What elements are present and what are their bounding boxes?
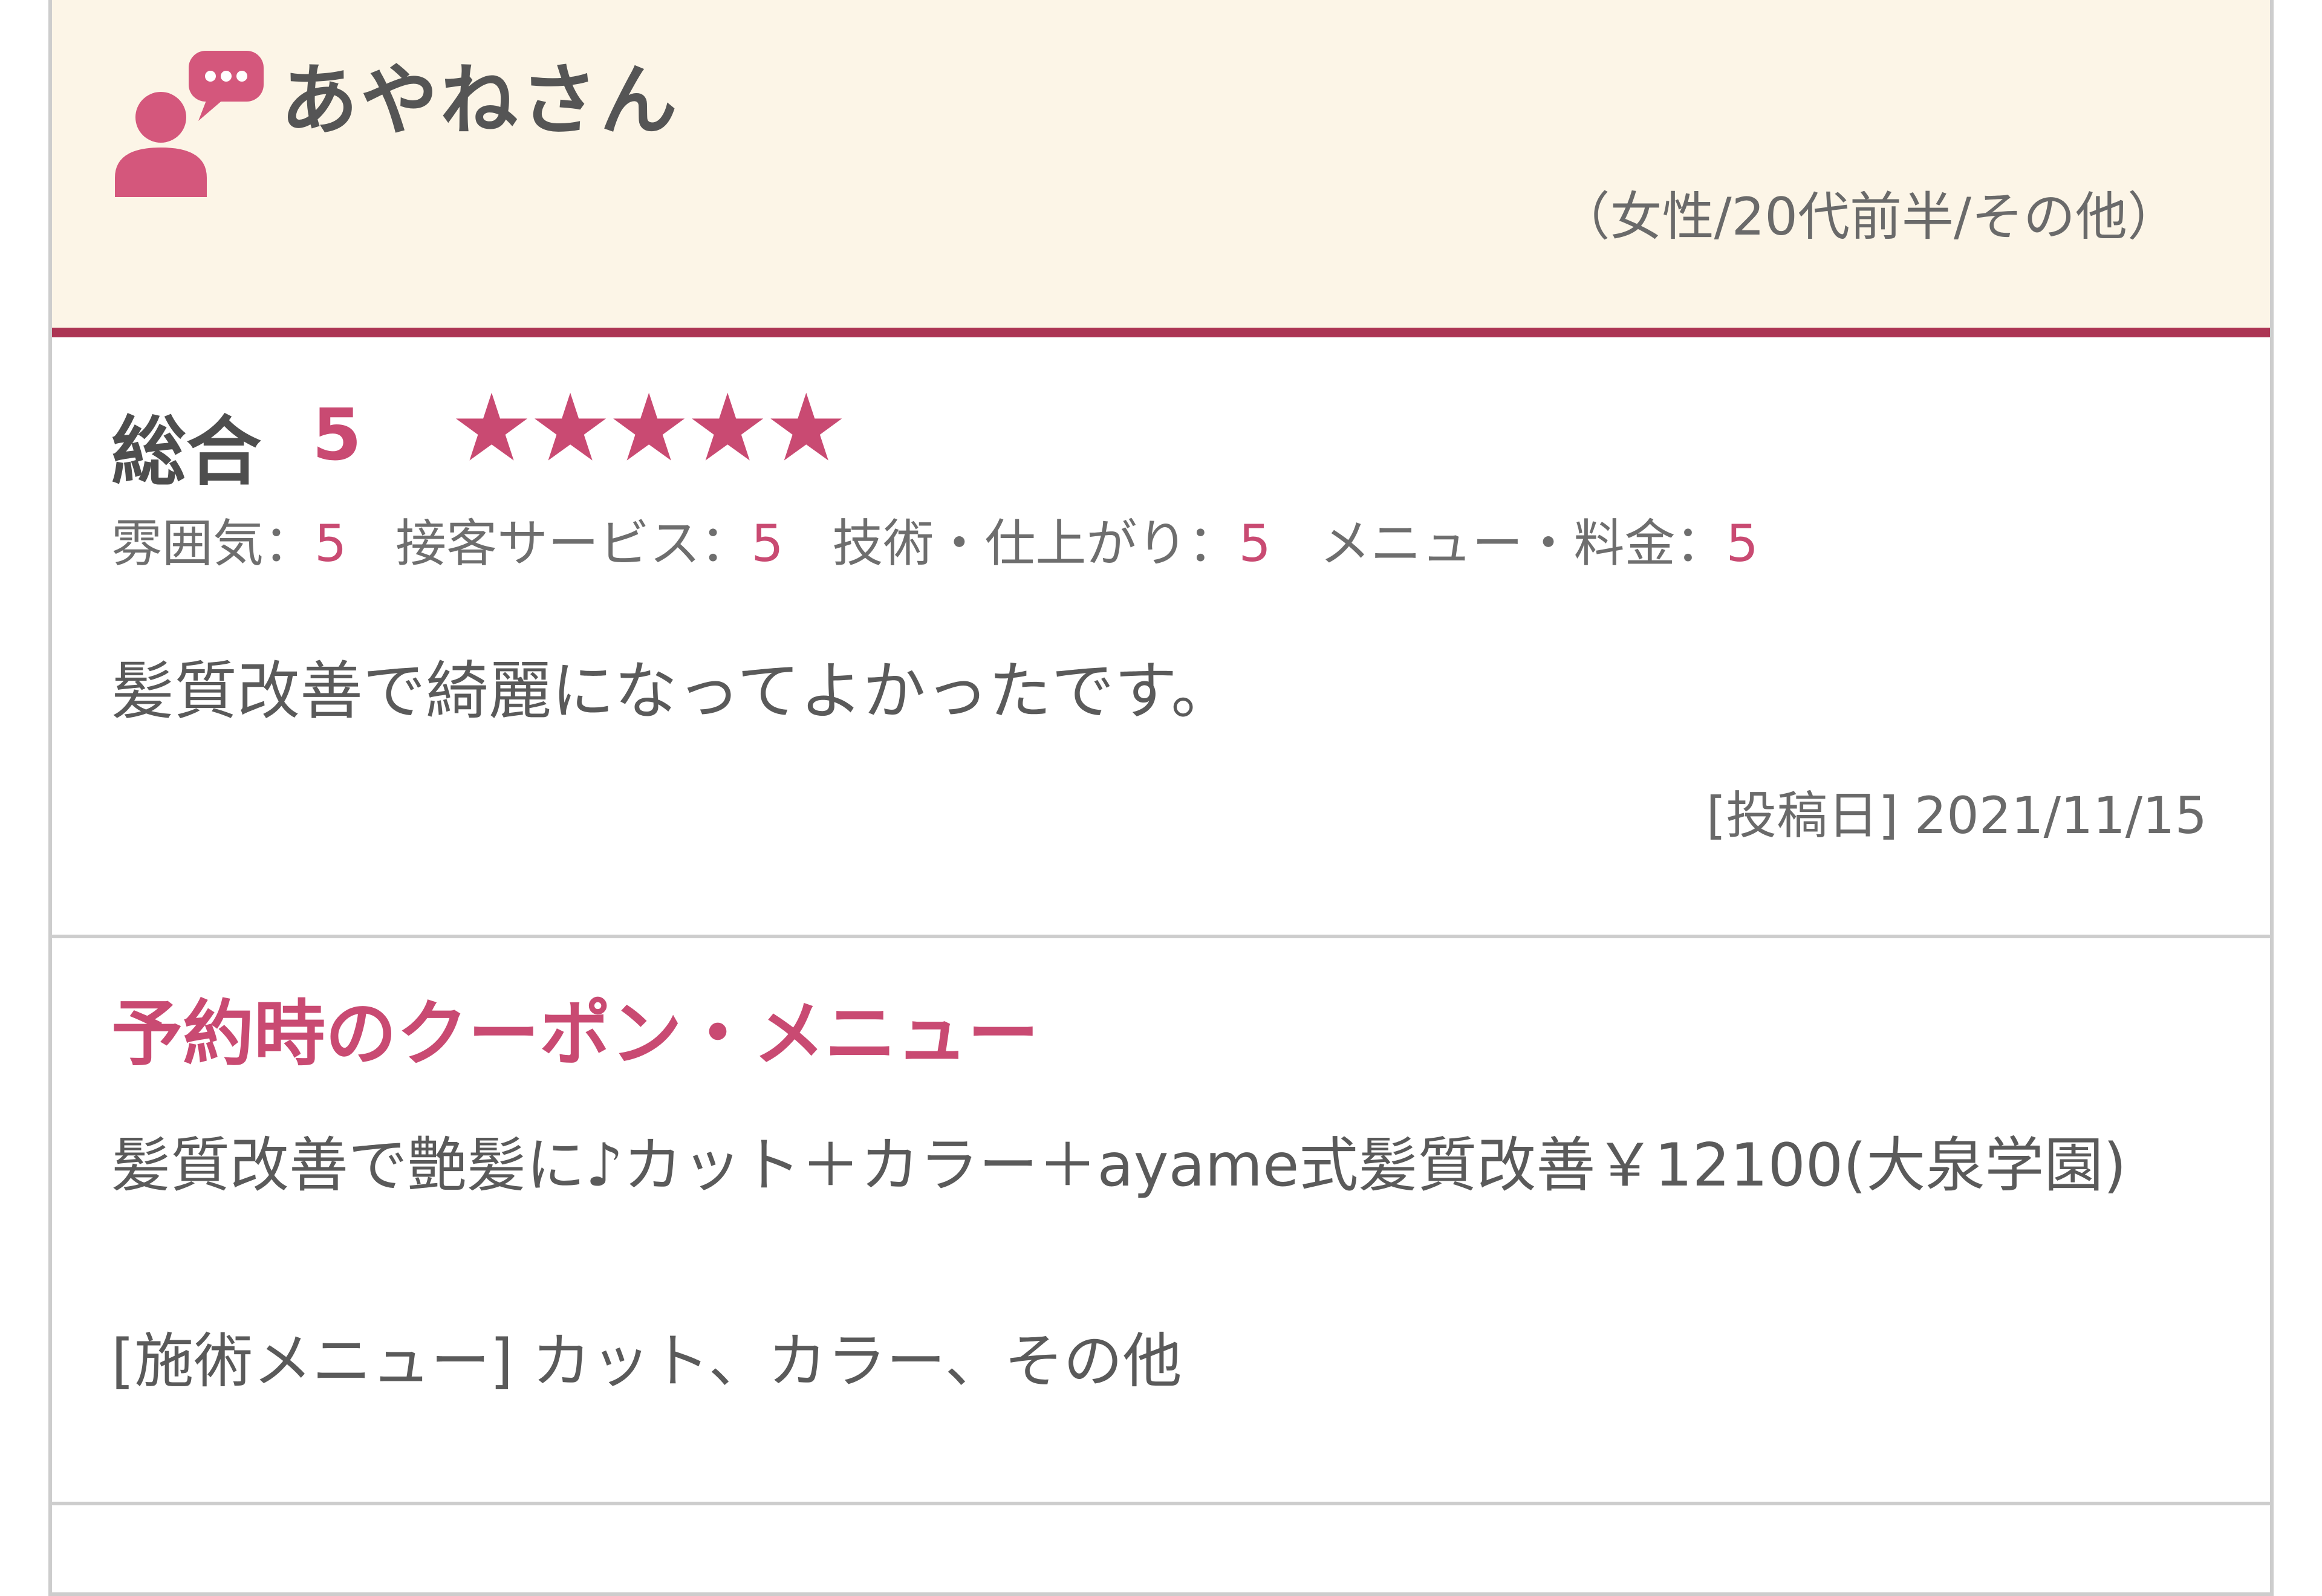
review-card: あやねさん （女性/20代前半/その他） 総合 5 ★★★★★ 雰囲気：5 接客… [48, 0, 2274, 1596]
sub-rating-value: 5 [1238, 514, 1271, 573]
review-comment: 髪質改善で綺麗になってよかったです。 [111, 654, 1234, 728]
reviewer-name: あやねさん [281, 56, 680, 146]
post-date: [投稿日] 2021/11/15 [1706, 786, 2207, 845]
sub-rating-label: 接客サービス： [395, 514, 752, 573]
rating-score: 5 [312, 393, 362, 476]
sub-rating-value: 5 [751, 514, 784, 573]
sub-rating-value: 5 [314, 514, 347, 573]
treatment-menu: [施術メニュー] カット、カラー、その他 [111, 1327, 1182, 1396]
rating-label: 総合 [111, 409, 262, 496]
sub-rating-label: 技術・仕上がり： [832, 514, 1239, 573]
sub-rating-service: 接客サービス：5 [395, 514, 783, 573]
sub-rating-technique: 技術・仕上がり：5 [832, 514, 1270, 573]
sub-rating-label: 雰囲気： [111, 514, 315, 573]
coupon-section-title: 予約時のクーポン・メニュー [111, 992, 1039, 1075]
section-divider [52, 935, 2270, 938]
review-header: あやねさん （女性/20代前半/その他） [52, 0, 2270, 337]
reviewer-meta: （女性/20代前半/その他） [1558, 187, 2179, 247]
section-divider [52, 1502, 2270, 1505]
reviewer-speech-icon [115, 51, 264, 197]
sub-ratings: 雰囲気：5 接客サービス：5 技術・仕上がり：5 メニュー・料金：5 [111, 503, 1791, 576]
sub-rating-value: 5 [1726, 514, 1758, 573]
rating-stars: ★★★★★ [450, 374, 848, 482]
coupon-link[interactable]: 髪質改善で艶髪に♪カット＋カラー＋ayame式髪質改善￥12100(大泉学園) [111, 1116, 2216, 1215]
sub-rating-label: メニュー・料金： [1319, 514, 1726, 573]
sub-rating-menu-price: メニュー・料金：5 [1320, 514, 1758, 573]
sub-rating-atmosphere: 雰囲気：5 [111, 514, 346, 573]
